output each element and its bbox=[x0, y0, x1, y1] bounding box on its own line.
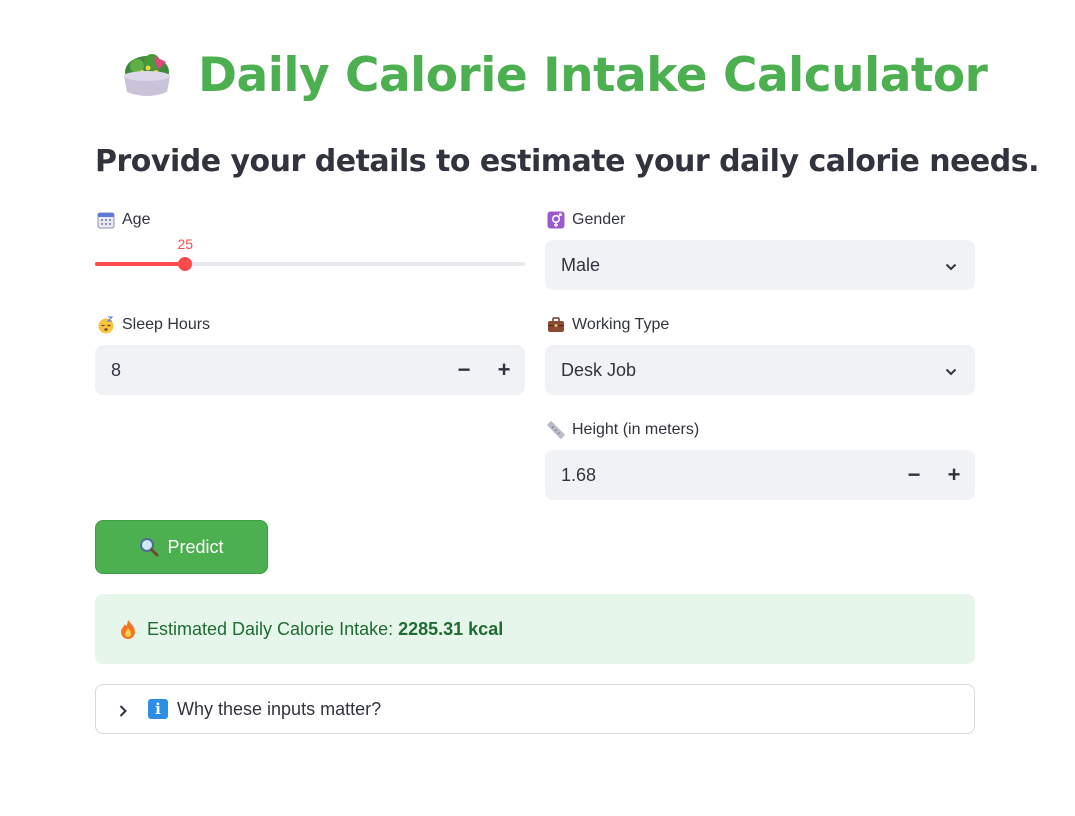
result-label: Estimated Daily Calorie Intake: bbox=[147, 618, 394, 639]
sleep-hours-value[interactable]: 8 bbox=[111, 360, 121, 381]
sleeping-face-icon bbox=[97, 316, 115, 334]
gender-symbol-icon bbox=[547, 211, 565, 229]
age-slider-fill bbox=[95, 262, 186, 266]
why-inputs-matter-expander[interactable]: i Why these inputs matter? bbox=[95, 684, 975, 734]
height-decrement-button[interactable]: − bbox=[902, 462, 926, 487]
height-increment-button[interactable]: + bbox=[942, 462, 966, 487]
age-slider[interactable]: 25 bbox=[95, 236, 525, 276]
age-slider-thumb[interactable] bbox=[178, 257, 193, 271]
height-input[interactable]: 1.68 − + bbox=[545, 450, 975, 500]
page-header: Daily Calorie Intake Calculator bbox=[118, 42, 988, 108]
gender-label: Gender bbox=[547, 209, 625, 231]
briefcase-icon bbox=[547, 316, 565, 334]
expander-label: Why these inputs matter? bbox=[177, 698, 382, 719]
sleep-hours-input[interactable]: 8 − + bbox=[95, 345, 525, 395]
working-type-select[interactable]: Desk Job bbox=[545, 345, 975, 395]
result-value: 2285.31 kcal bbox=[398, 618, 504, 639]
working-type-select-value: Desk Job bbox=[561, 359, 637, 380]
height-label-text: Height (in meters) bbox=[572, 421, 700, 438]
sleep-hours-label: Sleep Hours bbox=[97, 314, 210, 336]
gender-label-text: Gender bbox=[572, 211, 626, 228]
calendar-icon bbox=[97, 211, 115, 229]
page-title: Daily Calorie Intake Calculator bbox=[198, 47, 988, 103]
info-icon: i bbox=[148, 699, 168, 719]
predict-button[interactable]: Predict bbox=[95, 520, 268, 574]
predict-button-label: Predict bbox=[167, 536, 224, 557]
gender-select-value: Male bbox=[561, 254, 601, 275]
sleep-hours-increment-button[interactable]: + bbox=[492, 357, 516, 382]
chevron-down-icon bbox=[945, 257, 957, 271]
age-slider-value: 25 bbox=[177, 236, 194, 252]
height-label: Height (in meters) bbox=[547, 419, 699, 441]
height-value[interactable]: 1.68 bbox=[561, 465, 596, 486]
sleep-hours-label-text: Sleep Hours bbox=[122, 316, 211, 333]
result-banner: Estimated Daily Calorie Intake: 2285.31 … bbox=[95, 594, 975, 664]
salad-bowl-icon bbox=[118, 46, 176, 104]
chevron-right-icon bbox=[118, 702, 128, 717]
age-label: Age bbox=[97, 209, 150, 231]
gender-select[interactable]: Male bbox=[545, 240, 975, 290]
sleep-hours-decrement-button[interactable]: − bbox=[452, 357, 476, 382]
working-type-label-text: Working Type bbox=[572, 316, 670, 333]
working-type-label: Working Type bbox=[547, 314, 669, 336]
page-subtitle: Provide your details to estimate your da… bbox=[95, 144, 1040, 179]
magnifying-glass-icon bbox=[139, 537, 159, 557]
age-label-text: Age bbox=[122, 211, 151, 228]
fire-icon bbox=[119, 619, 137, 639]
ruler-icon bbox=[547, 421, 565, 439]
chevron-down-icon bbox=[945, 362, 957, 376]
